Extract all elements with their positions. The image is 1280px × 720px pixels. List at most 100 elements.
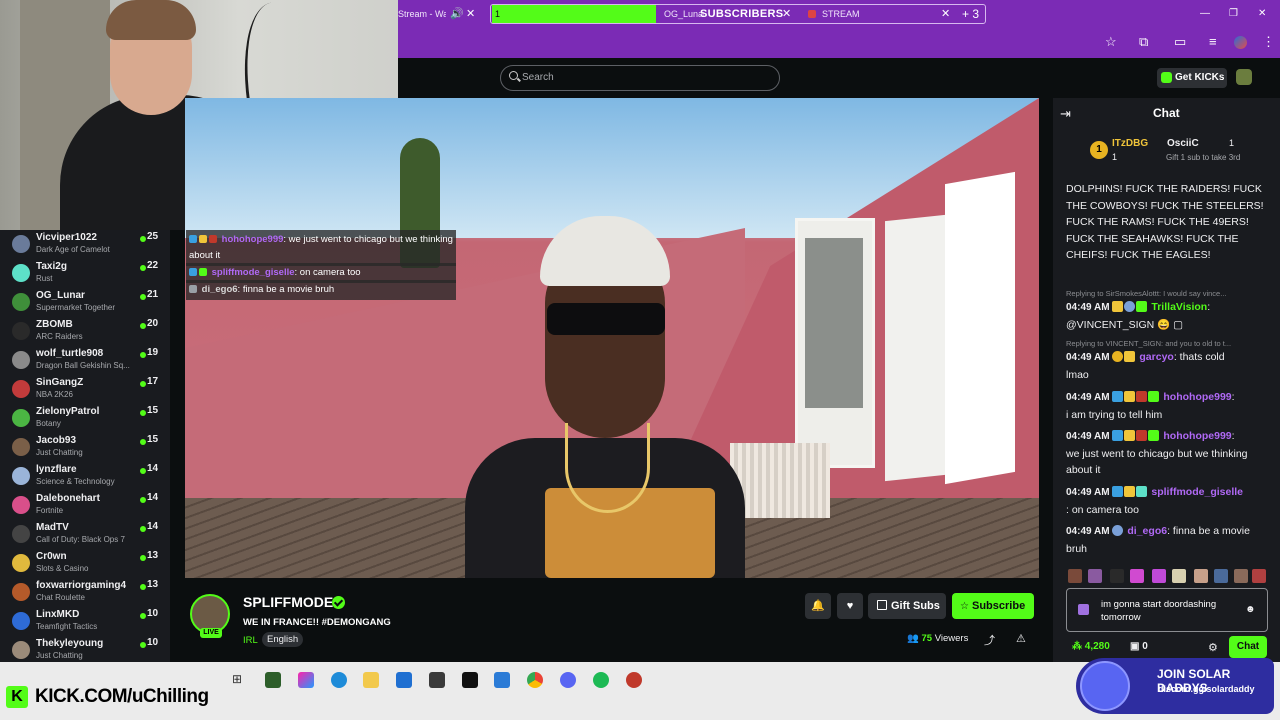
sidebar-channel[interactable]: SinGangZ NBA 2K26 17 (0, 375, 170, 404)
sidebar-channel[interactable]: Jacob93 Just Chatting 15 (0, 433, 170, 462)
chat-message: 04:49 AM hohohope999: i am trying to tel… (1066, 389, 1270, 423)
chrome-app-icon[interactable] (527, 672, 543, 688)
top-gifter-2[interactable]: OsciiC (1167, 138, 1199, 149)
sidebar-channel[interactable]: Thekyleyoung Just Chatting 10 (0, 636, 170, 665)
tab-og-lunar[interactable]: OG_Lunar (664, 4, 704, 24)
share-icon[interactable]: ⤴ (984, 632, 995, 648)
tab-audio-icon[interactable]: 🔊 (450, 4, 464, 24)
spotify-app-icon[interactable] (593, 672, 609, 688)
language-tag[interactable]: English (262, 632, 304, 647)
message-user[interactable]: spliffmode_giselle (1151, 486, 1243, 498)
tiktok-app-icon[interactable] (462, 672, 478, 688)
sidebar-channel[interactable]: LinxMKD Teamfight Tactics 10 (0, 607, 170, 636)
edge-app-icon[interactable] (331, 672, 347, 688)
badge-icon (199, 235, 207, 244)
sidebar-channel[interactable]: ZielonyPatrol Botany 15 (0, 404, 170, 433)
emote-icon[interactable] (1152, 569, 1166, 583)
top-gifter-1[interactable]: ITzDBG (1112, 138, 1148, 149)
message-time: 04:49 AM (1066, 302, 1110, 313)
message-user[interactable]: garcyo (1139, 351, 1173, 363)
sidebar-channel[interactable]: Cr0wn Slots & Casino 13 (0, 549, 170, 578)
discord-app-icon[interactable] (560, 672, 576, 688)
sidebar-channel[interactable]: Taxi2g Rust 22 (0, 259, 170, 288)
stream-title: WE IN FRANCE!! #DEMONGANG (243, 617, 391, 628)
video-streamer-sunglasses (547, 303, 665, 335)
close-window-icon[interactable]: ✕ (1258, 4, 1266, 24)
calendar-app-icon[interactable] (396, 672, 412, 688)
copilot-app-icon[interactable] (298, 672, 314, 688)
message-user[interactable]: hohohope999 (1163, 391, 1231, 403)
chat-settings-icon[interactable]: ⚙ (1208, 641, 1218, 654)
emote-icon[interactable] (1172, 569, 1186, 583)
tab-close-icon[interactable]: ✕ (782, 4, 791, 24)
channel-points[interactable]: ⁂ 4,280 (1072, 641, 1110, 652)
live-dot-icon (140, 294, 146, 300)
user-avatar[interactable] (1236, 69, 1252, 85)
chat-input-text[interactable]: im gonna start doordashing tomorrow (1101, 598, 1231, 624)
file-explorer-icon[interactable] (363, 672, 379, 688)
sidebar-channel[interactable]: MadTV Call of Duty: Black Ops 7 14 (0, 520, 170, 549)
emote-icon[interactable] (1068, 569, 1082, 583)
message-user[interactable]: di_ego6 (1127, 525, 1167, 537)
minimize-icon[interactable]: — (1200, 4, 1210, 24)
app-icon[interactable] (626, 672, 642, 688)
emote-icon[interactable] (1194, 569, 1208, 583)
task-view-icon[interactable]: ⊞ (232, 672, 248, 688)
collapse-chat-icon[interactable]: ⇥ (1060, 106, 1071, 122)
webcam-streamer-hair (106, 0, 196, 40)
follow-heart-button[interactable]: ♥ (837, 593, 863, 619)
sidebar-channel-category: Teamfight Tactics (36, 622, 98, 631)
message-user[interactable]: TrillaVision (1151, 301, 1207, 313)
message-time: 04:49 AM (1066, 352, 1110, 363)
media-icon[interactable]: ≡ (1209, 34, 1217, 49)
verified-icon (332, 596, 345, 609)
sidebar-channel[interactable]: wolf_turtle908 Dragon Ball Gekishin Sq...… (0, 346, 170, 375)
message-continuation: lmao (1066, 368, 1089, 381)
sidebar-viewer-count: 19 (147, 347, 159, 358)
sidebar-channel-name: lynzflare (36, 464, 77, 475)
sidebar-channel[interactable]: Vicviper1022 Dark Age of Camelot 25 (0, 230, 170, 259)
menu-kebab-icon[interactable]: ⋮ (1262, 34, 1275, 50)
top-gifter-1-count: 1 (1112, 152, 1118, 162)
emote-icon[interactable] (1130, 569, 1144, 583)
sidebar-channel[interactable]: lynzflare Science & Technology 14 (0, 462, 170, 491)
send-chat-button[interactable]: Chat (1229, 636, 1267, 658)
sidebar-channel[interactable]: Dalebonehart Fortnite 14 (0, 491, 170, 520)
obs-app-icon[interactable] (429, 672, 445, 688)
emote-icon[interactable] (1110, 569, 1124, 583)
video-player[interactable] (185, 98, 1039, 578)
sidebar-channel[interactable]: OG_Lunar Supermarket Together 21 (0, 288, 170, 317)
gift-count[interactable]: ▣ 0 (1130, 641, 1148, 652)
message-user[interactable]: hohohope999 (1163, 430, 1231, 442)
sidebar-channel[interactable]: foxwarriorgaming4 Chat Roulette 13 (0, 578, 170, 607)
tab-close-icon[interactable]: ✕ (466, 4, 475, 24)
sidebar-channel-name: OG_Lunar (36, 290, 85, 301)
restore-icon[interactable]: ❐ (1229, 4, 1238, 24)
outlook-app-icon[interactable] (494, 672, 510, 688)
badge-icon (1136, 301, 1148, 312)
nvidia-app-icon[interactable] (265, 672, 281, 688)
channel-name[interactable]: SPLIFFMODE (243, 594, 333, 610)
sidebar-channel-name: MadTV (36, 522, 69, 533)
tab-one[interactable]: 1 (492, 5, 656, 23)
tab-stream[interactable]: Stream - Wat (398, 4, 446, 24)
emote-icon[interactable] (1252, 569, 1266, 583)
notification-bell-button[interactable]: 🔔 (805, 593, 831, 619)
report-icon[interactable]: ⚠ (1016, 632, 1026, 645)
emote-icon[interactable] (1088, 569, 1102, 583)
badge-icon (1112, 351, 1124, 362)
emote-icon[interactable] (1214, 569, 1228, 583)
bookmark-star-icon[interactable]: ☆ (1105, 34, 1117, 50)
stream-category[interactable]: IRL (243, 635, 258, 646)
extensions-icon[interactable]: ⧉ (1139, 34, 1148, 50)
tab-stream-2[interactable]: STREAM (822, 4, 902, 24)
profile-avatar-icon[interactable] (1234, 36, 1247, 49)
badge-icon (189, 235, 197, 244)
emote-icon[interactable] (1234, 569, 1248, 583)
tab-close-icon[interactable]: ✕ (941, 4, 950, 24)
video-streamer-chain (565, 423, 650, 513)
new-tab-button[interactable]: + 3 (962, 4, 979, 24)
cast-icon[interactable]: ▭ (1174, 34, 1186, 50)
sidebar-channel[interactable]: ZBOMB ARC Raiders 20 (0, 317, 170, 346)
emoji-picker-icon[interactable]: ☻ (1245, 604, 1256, 615)
